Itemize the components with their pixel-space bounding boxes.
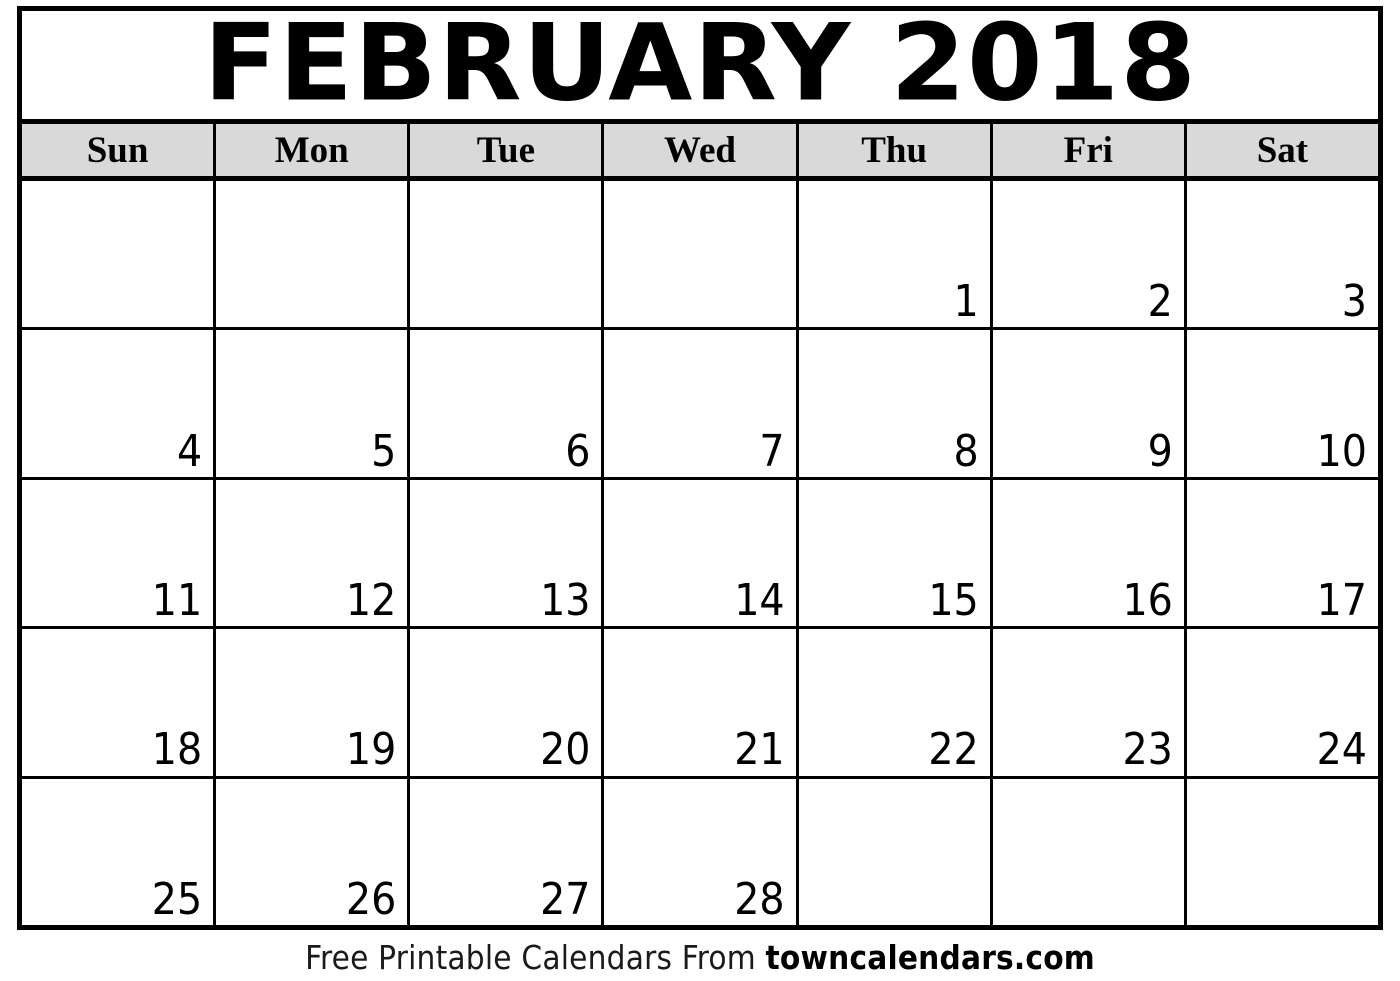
weekday-header-mon: Mon bbox=[216, 124, 411, 176]
day-cell[interactable]: 13 bbox=[410, 479, 605, 627]
calendar-weeks-grid: 1 2 3 4 5 6 7 8 9 10 11 12 13 14 15 16 1… bbox=[22, 181, 1378, 926]
calendar-page: FEBRUARY 2018 Sun Mon Tue Wed Thu Fri Sa… bbox=[0, 0, 1400, 981]
day-cell[interactable] bbox=[410, 181, 605, 328]
day-number: 1 bbox=[953, 276, 979, 328]
day-number: 21 bbox=[734, 724, 785, 776]
day-cell[interactable]: 9 bbox=[992, 330, 1187, 477]
day-cell[interactable]: 14 bbox=[604, 479, 799, 627]
weekday-header-thu: Thu bbox=[798, 124, 993, 176]
week-row: 11 12 13 14 15 16 17 bbox=[22, 479, 1378, 630]
day-number: 23 bbox=[1122, 724, 1173, 776]
day-cell[interactable]: 26 bbox=[216, 778, 411, 926]
day-number: 26 bbox=[345, 873, 397, 925]
day-number: 9 bbox=[1147, 425, 1173, 477]
day-number: 7 bbox=[759, 425, 785, 477]
day-cell[interactable]: 2 bbox=[992, 181, 1187, 328]
day-cell[interactable]: 25 bbox=[22, 778, 217, 926]
day-number: 27 bbox=[540, 873, 591, 925]
weekday-label: Mon bbox=[274, 129, 349, 171]
day-cell[interactable]: 27 bbox=[410, 778, 605, 926]
day-number: 4 bbox=[176, 425, 203, 477]
weekday-header-sun: Sun bbox=[22, 124, 217, 176]
weekday-header-row: Sun Mon Tue Wed Thu Fri Sat bbox=[22, 124, 1378, 181]
day-number: 16 bbox=[1122, 575, 1173, 627]
week-row: 4 5 6 7 8 9 10 bbox=[22, 330, 1378, 480]
week-row: 25 26 27 28 bbox=[22, 778, 1378, 926]
weekday-header-fri: Fri bbox=[992, 124, 1187, 176]
weekday-label: Sat bbox=[1256, 129, 1309, 171]
day-number: 24 bbox=[1316, 724, 1367, 776]
page-title: FEBRUARY 2018 bbox=[203, 11, 1197, 124]
footer-text: Free Printable Calendars From towncalend… bbox=[305, 941, 1095, 974]
day-number: 11 bbox=[151, 575, 203, 627]
day-cell[interactable]: 5 bbox=[216, 330, 411, 477]
day-cell[interactable]: 10 bbox=[1186, 330, 1378, 477]
day-number: 13 bbox=[540, 575, 591, 627]
footer-prefix: Free Printable Calendars From bbox=[305, 938, 766, 977]
day-cell[interactable]: 20 bbox=[410, 629, 605, 776]
day-cell[interactable] bbox=[798, 778, 993, 926]
day-cell[interactable] bbox=[216, 181, 411, 328]
weekday-label: Tue bbox=[476, 129, 535, 171]
day-cell[interactable]: 6 bbox=[410, 330, 605, 477]
day-number: 3 bbox=[1341, 276, 1367, 328]
day-cell[interactable]: 12 bbox=[216, 479, 411, 627]
day-cell[interactable]: 7 bbox=[604, 330, 799, 477]
weekday-label: Wed bbox=[664, 129, 736, 171]
day-number: 2 bbox=[1147, 276, 1173, 328]
calendar-frame: FEBRUARY 2018 Sun Mon Tue Wed Thu Fri Sa… bbox=[17, 6, 1383, 930]
day-cell[interactable]: 1 bbox=[798, 181, 993, 328]
weekday-header-sat: Sat bbox=[1186, 124, 1378, 176]
day-number: 25 bbox=[151, 873, 203, 925]
day-cell[interactable]: 23 bbox=[992, 629, 1187, 776]
weekday-header-wed: Wed bbox=[604, 124, 799, 176]
day-cell[interactable]: 3 bbox=[1186, 181, 1378, 328]
day-cell[interactable]: 19 bbox=[216, 629, 411, 776]
weekday-label: Sun bbox=[86, 129, 149, 171]
day-cell[interactable]: 11 bbox=[22, 479, 217, 627]
day-number: 22 bbox=[928, 724, 979, 776]
footer: Free Printable Calendars From towncalend… bbox=[0, 934, 1400, 981]
day-cell[interactable] bbox=[992, 778, 1187, 926]
day-number: 10 bbox=[1316, 425, 1367, 477]
day-cell[interactable]: 4 bbox=[22, 330, 217, 477]
day-cell[interactable]: 22 bbox=[798, 629, 993, 776]
day-number: 20 bbox=[540, 724, 591, 776]
day-number: 6 bbox=[565, 425, 591, 477]
day-cell[interactable]: 28 bbox=[604, 778, 799, 926]
day-cell[interactable] bbox=[22, 181, 217, 328]
day-number: 18 bbox=[151, 724, 203, 776]
day-number: 15 bbox=[928, 575, 979, 627]
day-cell[interactable]: 16 bbox=[992, 479, 1187, 627]
weekday-header-tue: Tue bbox=[410, 124, 605, 176]
footer-domain-link[interactable]: towncalendars.com bbox=[765, 938, 1094, 977]
weekday-label: Fri bbox=[1063, 129, 1113, 171]
day-cell[interactable]: 24 bbox=[1186, 629, 1378, 776]
calendar-title-band: FEBRUARY 2018 bbox=[22, 11, 1378, 124]
day-cell[interactable]: 21 bbox=[604, 629, 799, 776]
day-cell[interactable]: 17 bbox=[1186, 479, 1378, 627]
day-number: 17 bbox=[1316, 575, 1367, 627]
day-number: 8 bbox=[953, 425, 979, 477]
day-number: 28 bbox=[734, 873, 785, 925]
weekday-label: Thu bbox=[861, 129, 928, 171]
day-cell[interactable]: 15 bbox=[798, 479, 993, 627]
week-row: 1 2 3 bbox=[22, 181, 1378, 331]
day-cell[interactable]: 8 bbox=[798, 330, 993, 477]
day-cell[interactable] bbox=[604, 181, 799, 328]
day-number: 5 bbox=[371, 425, 397, 477]
day-number: 14 bbox=[734, 575, 785, 627]
week-row: 18 19 20 21 22 23 24 bbox=[22, 629, 1378, 779]
day-cell[interactable] bbox=[1186, 778, 1378, 926]
day-number: 19 bbox=[345, 724, 397, 776]
day-number: 12 bbox=[345, 575, 397, 627]
day-cell[interactable]: 18 bbox=[22, 629, 217, 776]
